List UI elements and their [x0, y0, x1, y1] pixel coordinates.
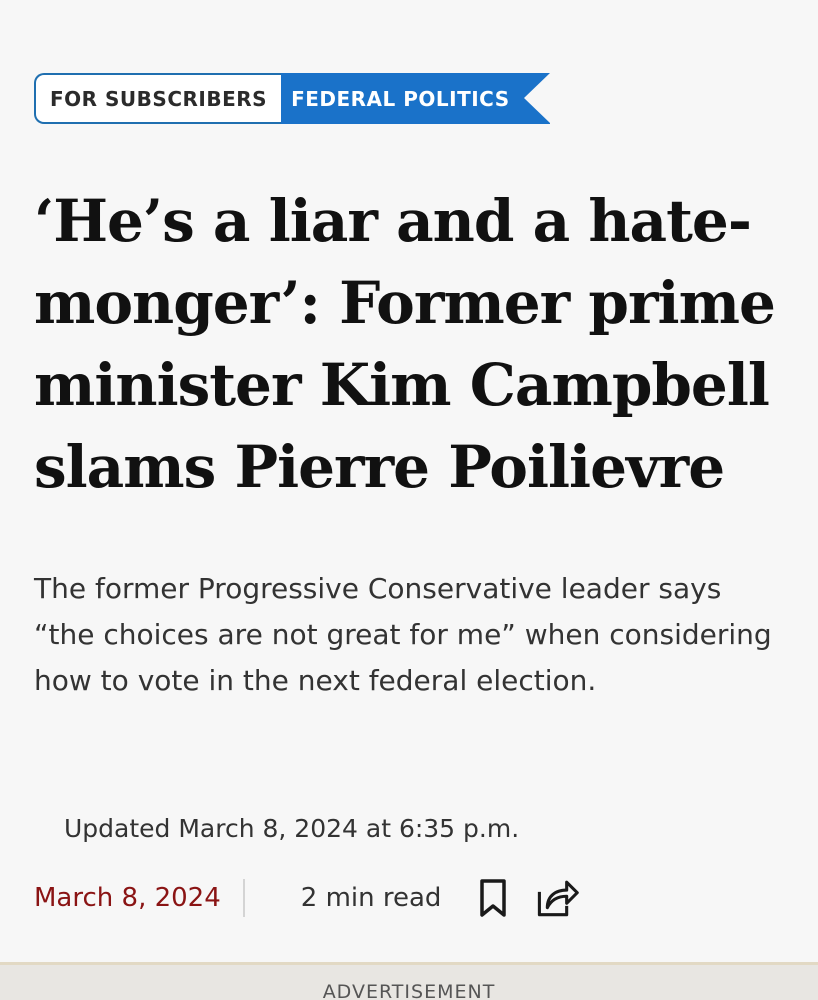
article-headline: ‘He’s a liar and a hate-monger’: Former … — [34, 187, 776, 501]
advertisement-banner: ADVERTISEMENT — [0, 962, 818, 1000]
publish-date: March 8, 2024 — [34, 883, 221, 913]
read-time: 2 min read — [300, 883, 442, 913]
subscribers-tag[interactable]: FOR SUBSCRIBERS — [34, 73, 282, 124]
meta-divider — [242, 879, 245, 917]
updated-timestamp: Updated March 8, 2024 at 6:35 p.m. — [64, 814, 520, 843]
bookmark-icon[interactable] — [471, 876, 515, 920]
advertisement-label: ADVERTISEMENT — [322, 981, 496, 1000]
section-tag[interactable]: FEDERAL POLITICS — [281, 73, 550, 124]
share-icon[interactable] — [535, 876, 580, 920]
article-subheadline: The former Progressive Conservative lead… — [34, 572, 772, 697]
article-tags: FOR SUBSCRIBERS FEDERAL POLITICS — [34, 73, 550, 124]
article-meta: March 8, 2024 2 min read — [34, 872, 654, 924]
